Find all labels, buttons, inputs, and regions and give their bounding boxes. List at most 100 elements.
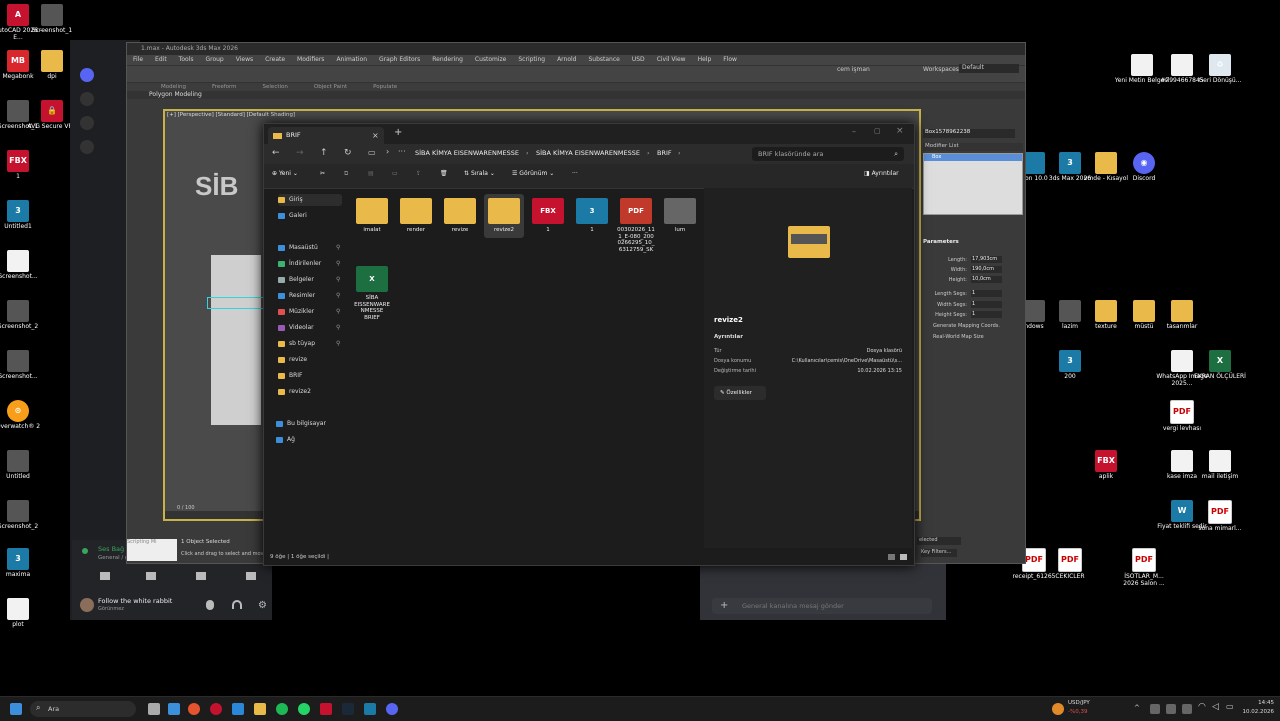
user-name[interactable]: cem işman [837, 66, 870, 73]
desktop-icon[interactable]: FBX 1 [0, 150, 46, 181]
file-item[interactable]: revize [440, 194, 480, 234]
pin-icon[interactable]: ⚲ [336, 338, 340, 350]
real-world-map-checkbox[interactable]: Real-World Map Size [933, 334, 984, 340]
desktop-icon[interactable]: Screenshot... [0, 250, 46, 281]
file-item[interactable]: X SİBA EISSENWARE NMESSE BRIEF [352, 262, 392, 321]
menu-item-views[interactable]: Views [236, 55, 253, 65]
nav-item[interactable]: revize [278, 354, 307, 366]
ribbon-tab-modeling[interactable]: Modeling [161, 83, 186, 91]
desktop-icon[interactable]: FBX aplik [1078, 450, 1134, 481]
server-icon[interactable] [80, 92, 94, 106]
monitor-icon[interactable]: ▭ [368, 148, 376, 157]
pin-icon[interactable]: ⚲ [336, 290, 340, 302]
maxscript-listener[interactable]: Scripting Mi [127, 539, 177, 561]
file-item[interactable]: 31 [572, 194, 612, 234]
pin-icon[interactable]: ⚲ [336, 274, 340, 286]
menu-item-civil-view[interactable]: Civil View [657, 55, 686, 65]
screen-share-icon[interactable] [146, 572, 156, 580]
nav-item[interactable]: Bu bilgisayar [276, 418, 326, 430]
nav-item[interactable]: revize2 [278, 386, 311, 398]
modifier-list-dropdown[interactable]: Modifier List [923, 143, 1023, 151]
browser-icon[interactable] [232, 703, 244, 715]
desktop-icon[interactable]: Screenshot... [0, 350, 46, 381]
breadcrumb-1[interactable]: SİBA KİMYA EISENWARENMESSE [415, 149, 519, 157]
menu-item-animation[interactable]: Animation [336, 55, 367, 65]
spotify-icon[interactable] [276, 703, 288, 715]
discord-icon[interactable] [386, 703, 398, 715]
file-item[interactable]: render [396, 194, 436, 234]
soundboard-icon[interactable] [246, 572, 256, 580]
windows-start-icon[interactable] [10, 703, 22, 715]
file-explorer-icon[interactable] [254, 703, 266, 715]
ribbon-tab-object-paint[interactable]: Object Paint [314, 83, 347, 91]
close-icon[interactable]: × [372, 127, 379, 144]
generate-mapping-checkbox[interactable]: Generate Mapping Coords. [933, 323, 1000, 329]
avatar[interactable] [80, 598, 94, 612]
autocad-icon[interactable] [320, 703, 332, 715]
details-view-icon[interactable] [888, 554, 895, 560]
ribbon-tab-populate[interactable]: Populate [373, 83, 397, 91]
details-pane-button[interactable]: ◨ Ayrıntılar [864, 170, 899, 177]
desktop-icon[interactable]: PDF İSOTLAR_M... 2026 Salon ... [1116, 548, 1172, 588]
ribbon-tab-freeform[interactable]: Freeform [212, 83, 237, 91]
menu-item-create[interactable]: Create [265, 55, 285, 65]
copy-icon[interactable]: ⧉ [344, 170, 348, 178]
time-slider-label[interactable]: 0 / 100 [177, 505, 195, 511]
search-input[interactable]: BRIF klasöründe ara ⌕ [752, 147, 904, 161]
file-item[interactable]: lum [660, 194, 700, 234]
nav-item[interactable]: Belgeler ⚲ [278, 274, 340, 286]
sort-button[interactable]: ⇅ Sırala ⌄ [464, 170, 495, 177]
share-icon[interactable]: ⇪ [416, 170, 421, 177]
desktop-icon[interactable]: Screenshot_2 [0, 300, 46, 331]
desktop-icon[interactable]: ⊙ Overwatch® 2 [0, 400, 46, 431]
more-crumbs-icon[interactable]: ··· [398, 147, 406, 156]
breadcrumb-3[interactable]: BRIF [657, 149, 672, 157]
scene-box[interactable] [211, 255, 261, 425]
menu-item-tools[interactable]: Tools [179, 55, 194, 65]
gear-icon[interactable]: ⚙ [258, 600, 267, 611]
object-name-field[interactable]: Box1578962238 [923, 129, 1015, 138]
ribbon-tab-selection[interactable]: Selection [263, 83, 288, 91]
param-spinner[interactable]: 10,0cm [971, 276, 1002, 283]
desktop-icon[interactable]: 3 200 [1042, 350, 1098, 381]
forward-arrow-icon[interactable]: → [296, 148, 304, 158]
breadcrumb-2[interactable]: SİBA KİMYA EISENWARENMESSE [536, 149, 640, 157]
file-item[interactable]: imalat [352, 194, 392, 234]
tray-icon[interactable] [1166, 704, 1176, 714]
desktop-icon[interactable]: PDF vergi levhası [1154, 400, 1210, 433]
desktop-icon[interactable]: X EKRAN ÖLÇÜLERİ [1192, 350, 1248, 381]
pin-icon[interactable]: ⚲ [336, 242, 340, 254]
new-button[interactable]: ⊕ Yeni ⌄ [272, 170, 298, 177]
tab-brif[interactable]: BRIF × [268, 127, 384, 144]
paste-icon[interactable]: ▤ [368, 170, 374, 177]
menu-item-substance[interactable]: Substance [588, 55, 619, 65]
menu-item-modifiers[interactable]: Modifiers [297, 55, 324, 65]
nav-item[interactable]: Müzikler ⚲ [278, 306, 340, 318]
workspace-select[interactable]: Default [959, 64, 1019, 73]
desktop-icon[interactable]: tasarımlar [1154, 300, 1210, 331]
desktop-icon[interactable]: Screenshot_1 [24, 4, 80, 35]
tray-icon[interactable] [1150, 704, 1160, 714]
menu-item-rendering[interactable]: Rendering [432, 55, 463, 65]
chevron-right-icon[interactable]: › [386, 147, 389, 156]
activity-icon[interactable] [196, 572, 206, 580]
wifi-icon[interactable]: ◠ [1198, 702, 1206, 712]
tiles-view-icon[interactable] [900, 554, 907, 560]
steam-icon[interactable] [342, 703, 354, 715]
nav-item[interactable]: Ağ [276, 434, 295, 446]
whatsapp-icon[interactable] [298, 703, 310, 715]
nav-item[interactable]: sb tüyap ⚲ [278, 338, 340, 350]
task-view-icon[interactable] [148, 703, 160, 715]
parameters-rollout-title[interactable]: Parameters [923, 239, 959, 245]
menu-item-help[interactable]: Help [698, 55, 712, 65]
param-spinner[interactable]: 1 [971, 301, 1002, 308]
window-close-button[interactable]: × [896, 126, 904, 136]
menu-item-scripting[interactable]: Scripting [518, 55, 545, 65]
nav-item[interactable]: Videolar ⚲ [278, 322, 340, 334]
stack-item-box[interactable]: Box [924, 154, 1022, 161]
headphone-icon[interactable] [232, 600, 242, 609]
minimize-button[interactable]: – [852, 127, 856, 136]
maximize-button[interactable]: ▢ [874, 127, 881, 135]
properties-button[interactable]: ✎ Özellikler [714, 386, 766, 400]
nav-item[interactable]: İndirilenler ⚲ [278, 258, 340, 270]
